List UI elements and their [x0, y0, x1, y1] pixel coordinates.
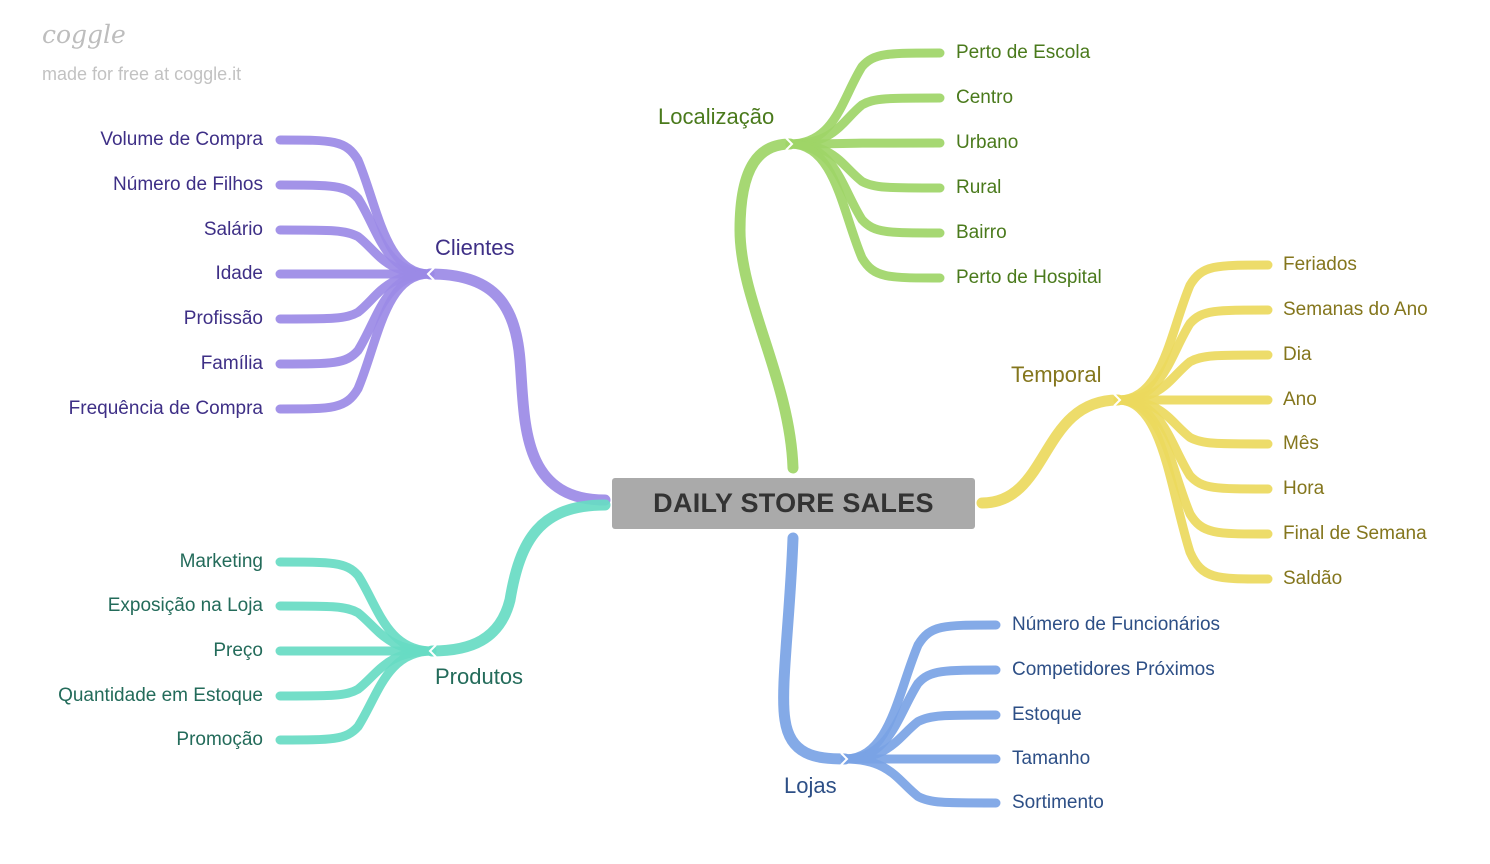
- produtos-leaf-4[interactable]: Quantidade em Estoque: [58, 684, 263, 708]
- localizacao-connector-6: [785, 139, 945, 283]
- localizacao-leaf-6[interactable]: Perto de Hospital: [956, 266, 1102, 290]
- localizacao-leaf-5[interactable]: Bairro: [956, 221, 1007, 245]
- lojas-leaf-4[interactable]: Tamanho: [1012, 747, 1090, 771]
- temporal-branch-label[interactable]: Temporal: [1011, 362, 1101, 388]
- clientes-leaf-2[interactable]: Número de Filhos: [113, 173, 263, 197]
- clientes-leaf-5[interactable]: Profissão: [184, 307, 263, 331]
- temporal-connector-7: [1113, 395, 1273, 539]
- temporal-leaf-7[interactable]: Final de Semana: [1283, 522, 1427, 546]
- clientes-leaf-7[interactable]: Frequência de Compra: [69, 397, 263, 421]
- clientes-leaf-6[interactable]: Família: [201, 352, 263, 376]
- produtos-leaf-1[interactable]: Marketing: [180, 550, 263, 574]
- lojas-connector-5: [840, 754, 1001, 808]
- produtos-connector-2: [275, 601, 437, 656]
- temporal-leaf-1[interactable]: Feriados: [1283, 253, 1357, 277]
- temporal-leaf-5[interactable]: Mês: [1283, 432, 1319, 456]
- clientes-branch-label[interactable]: Clientes: [435, 235, 514, 261]
- clientes-connector-7: [275, 269, 435, 414]
- clientes-connector-3: [275, 225, 435, 279]
- temporal-leaf-8[interactable]: Saldão: [1283, 567, 1342, 591]
- produtos-leaf-3[interactable]: Preço: [213, 639, 263, 663]
- localizacao-leaf-3[interactable]: Urbano: [956, 131, 1018, 155]
- lojas-leaf-2[interactable]: Competidores Próximos: [1012, 658, 1215, 682]
- clientes-connector-1: [275, 135, 435, 279]
- temporal-leaf-3[interactable]: Dia: [1283, 343, 1312, 367]
- localizacao-leaf-2[interactable]: Centro: [956, 86, 1013, 110]
- temporal-trunk: [976, 394, 1124, 509]
- lojas-leaf-3[interactable]: Estoque: [1012, 703, 1082, 727]
- clientes-leaf-3[interactable]: Salário: [204, 218, 263, 242]
- clientes-leaf-1[interactable]: Volume de Compra: [100, 128, 263, 152]
- temporal-connector-3: [1113, 350, 1273, 405]
- root-node-label: DAILY STORE SALES: [653, 488, 934, 518]
- temporal-leaf-4[interactable]: Ano: [1283, 388, 1317, 412]
- produtos-leaf-5[interactable]: Promoção: [176, 728, 263, 752]
- lojas-branch-label[interactable]: Lojas: [784, 773, 837, 799]
- lojas-leaf-5[interactable]: Sortimento: [1012, 791, 1104, 815]
- localizacao-leaf-1[interactable]: Perto de Escola: [956, 41, 1090, 65]
- produtos-leaf-2[interactable]: Exposição na Loja: [108, 594, 263, 618]
- produtos-branch-label[interactable]: Produtos: [435, 664, 523, 690]
- lojas-trunk: [778, 532, 851, 765]
- localizacao-branch-label[interactable]: Localização: [658, 104, 774, 130]
- temporal-leaf-6[interactable]: Hora: [1283, 477, 1324, 501]
- temporal-connector-1: [1113, 260, 1273, 405]
- lojas-connector-3: [840, 710, 1001, 764]
- localizacao-connector-2: [785, 93, 945, 149]
- clientes-leaf-4[interactable]: Idade: [215, 262, 263, 286]
- clientes-trunk: [424, 268, 611, 506]
- temporal-leaf-2[interactable]: Semanas do Ano: [1283, 298, 1428, 322]
- lojas-connector-1: [840, 620, 1001, 764]
- lojas-leaf-1[interactable]: Número de Funcionários: [1012, 613, 1220, 637]
- produtos-trunk: [426, 499, 611, 657]
- root-node[interactable]: DAILY STORE SALES: [612, 478, 975, 529]
- localizacao-leaf-4[interactable]: Rural: [956, 176, 1001, 200]
- localizacao-trunk: [734, 138, 799, 474]
